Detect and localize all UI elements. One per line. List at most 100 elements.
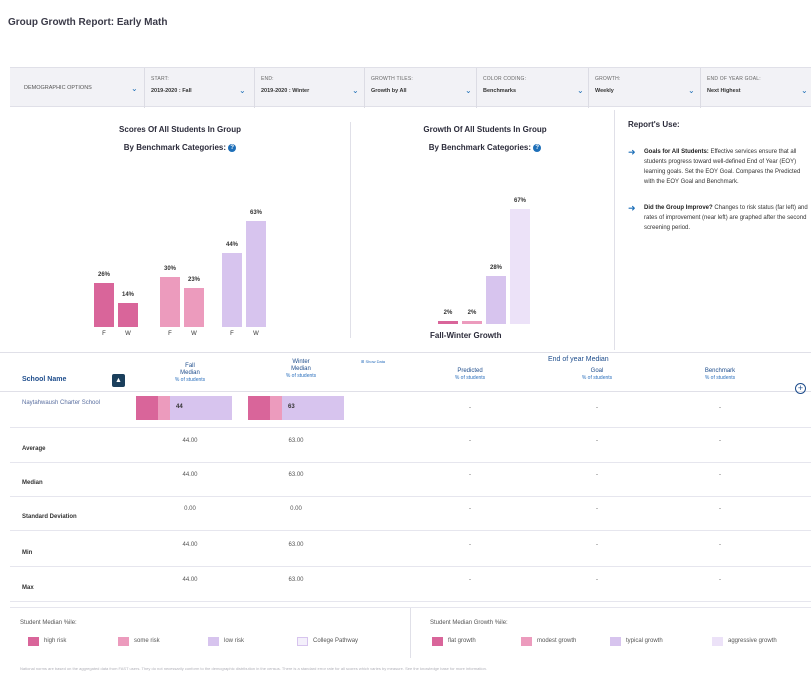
demographic-options-dropdown[interactable]: DEMOGRAPHIC OPTIONS ⌄ xyxy=(10,68,145,108)
fall-score-bar[interactable]: 44 xyxy=(136,396,232,420)
sort-icon[interactable]: ▲ xyxy=(112,374,125,387)
legend-left-title: Student Median %ile: xyxy=(20,620,77,626)
row-divider xyxy=(10,530,811,531)
chevron-down-icon: ⌄ xyxy=(131,84,138,93)
fall-cell: 0.00 xyxy=(184,506,196,512)
row-divider xyxy=(10,566,811,567)
benchmark-header[interactable]: Benchmark % of students xyxy=(690,368,750,382)
legend-swatch xyxy=(610,637,621,646)
eoy-median-header: End of year Median xyxy=(548,356,609,363)
score-x-label: W xyxy=(253,331,259,337)
eoy-goal-dropdown[interactable]: END OF YEAR GOAL: Next Highest ⌄ xyxy=(701,68,811,108)
predicted-cell: - xyxy=(469,438,471,444)
legend-label: modest growth xyxy=(537,638,577,644)
score-x-label: W xyxy=(125,331,131,337)
legend-swatch xyxy=(208,637,219,646)
col-title: Winter xyxy=(292,359,310,365)
start-value: 2019-2020 : Fall xyxy=(151,88,192,94)
score-bar xyxy=(118,303,138,327)
col-sub: % of students xyxy=(704,375,736,381)
end-dropdown[interactable]: END: 2019-2020 : Winter ⌄ xyxy=(255,68,365,108)
score-segment xyxy=(248,396,270,420)
add-column-icon[interactable]: + xyxy=(795,383,806,394)
school-name-header[interactable]: School Name xyxy=(22,376,66,383)
demographic-options-label: DEMOGRAPHIC OPTIONS xyxy=(24,85,92,91)
winter-cell: 0.00 xyxy=(290,506,302,512)
winter-score-bar[interactable]: 63 xyxy=(248,396,344,420)
benchmark-cell: - xyxy=(719,438,721,444)
predicted-header[interactable]: Predicted % of students xyxy=(440,368,500,382)
stat-row-name: Min xyxy=(22,550,33,556)
score-bar xyxy=(160,276,180,327)
col-sub: % of students xyxy=(285,373,317,379)
eoy-goal-value: Next Highest xyxy=(707,88,741,94)
winter-cell: 63.00 xyxy=(288,542,304,548)
report-uses: Report's Use: ➜ Goals for All Students: … xyxy=(628,120,808,249)
legend-label: aggressive growth xyxy=(728,638,777,644)
predicted-cell: - xyxy=(469,405,471,411)
growth-bar xyxy=(438,320,458,324)
show-data-label: Show Data xyxy=(365,359,386,364)
predicted-cell: - xyxy=(469,577,471,583)
benchmark-cell: - xyxy=(719,506,721,512)
chevron-down-icon: ⌄ xyxy=(239,86,246,95)
score-bar-label: 14% xyxy=(121,292,134,299)
predicted-cell: - xyxy=(469,506,471,512)
filter-bar: DEMOGRAPHIC OPTIONS ⌄ START: 2019-2020 :… xyxy=(10,67,811,108)
growth-tiles-dropdown[interactable]: GROWTH TILES: Growth by All ⌄ xyxy=(365,68,477,108)
goal-cell: - xyxy=(596,542,598,548)
row-divider xyxy=(10,601,811,602)
stat-row-name: Average xyxy=(22,446,46,452)
winter-median-header[interactable]: Winter Median % of students xyxy=(271,359,331,380)
fall-cell: 44.00 xyxy=(182,542,198,548)
legend-right-title: Student Median Growth %ile: xyxy=(430,620,508,626)
goal-cell: - xyxy=(596,506,598,512)
growth-bar-label: 67% xyxy=(513,198,526,204)
score-x-label: F xyxy=(168,331,172,337)
question-circle-icon[interactable]: ? xyxy=(533,143,542,152)
row-divider xyxy=(10,427,811,428)
growth-title-line2: By Benchmark Categories: xyxy=(428,143,532,152)
growth-dropdown[interactable]: GROWTH: Weekly ⌄ xyxy=(589,68,701,108)
score-x-label: F xyxy=(102,331,106,337)
panel-divider xyxy=(614,110,615,350)
scores-title-line1: Scores Of All Students In Group xyxy=(119,125,241,134)
legend-swatch xyxy=(297,637,308,646)
winter-cell: 63.00 xyxy=(288,438,304,444)
predicted-cell: - xyxy=(469,472,471,478)
growth-value: Weekly xyxy=(595,88,614,94)
start-dropdown[interactable]: START: 2019-2020 : Fall ⌄ xyxy=(145,68,255,108)
footnote: National norms are based on the aggregat… xyxy=(20,666,487,671)
legend-swatch xyxy=(432,637,443,646)
panel-divider xyxy=(350,122,351,338)
fall-cell: 44.00 xyxy=(182,577,198,583)
stat-row-name: Max xyxy=(22,585,34,591)
goal-cell: - xyxy=(596,438,598,444)
legend-divider xyxy=(410,608,411,658)
legend-swatch xyxy=(521,637,532,646)
fall-median-header[interactable]: Fall Median % of students xyxy=(160,363,220,384)
goal-cell: - xyxy=(596,577,598,583)
score-segment xyxy=(270,396,282,420)
growth-bar-label: 28% xyxy=(489,264,502,271)
goal-header[interactable]: Goal % of students xyxy=(567,368,627,382)
legend-label: low risk xyxy=(224,638,245,644)
end-value: 2019-2020 : Winter xyxy=(261,88,310,94)
page-title: Group Growth Report: Early Math xyxy=(8,17,168,28)
show-data-link[interactable]: ⊞ Show Data xyxy=(361,359,385,364)
chevron-down-icon: ⌄ xyxy=(801,86,808,95)
col-sub: % of students xyxy=(174,377,206,383)
color-coding-dropdown[interactable]: COLOR CODING: Benchmarks ⌄ xyxy=(477,68,589,108)
col-title: Predicted xyxy=(457,368,483,374)
score-bar xyxy=(94,283,114,327)
score-value: 44 xyxy=(176,404,183,410)
question-circle-icon[interactable]: ? xyxy=(228,143,237,152)
winter-cell: 63.00 xyxy=(288,472,304,478)
predicted-cell: - xyxy=(469,542,471,548)
use-item-title: Did the Group Improve? xyxy=(644,205,713,211)
col-title2: Median xyxy=(291,366,311,372)
score-bar-label: 30% xyxy=(163,265,176,272)
col-title2: Median xyxy=(180,370,200,376)
school-name-link[interactable]: Naytahwaush Charter School xyxy=(22,399,122,408)
table-header: School Name ▲ ⊞ Show Data End of year Me… xyxy=(0,352,811,394)
